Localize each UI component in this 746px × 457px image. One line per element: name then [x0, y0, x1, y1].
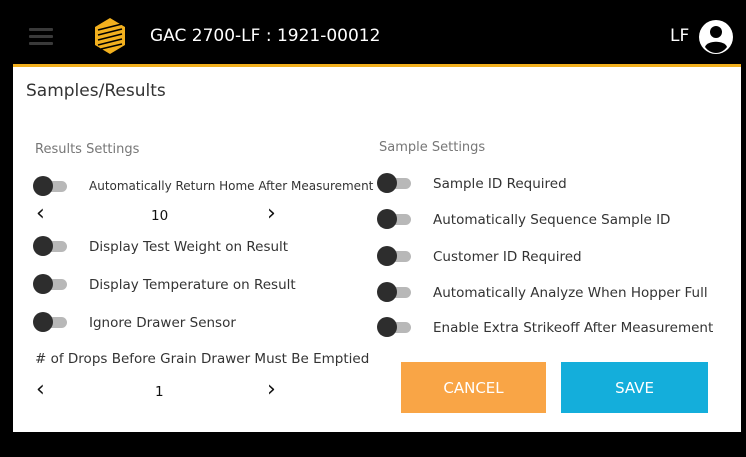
auto-return-increment-button[interactable]: › [267, 203, 276, 225]
customer-id-required-label: Customer ID Required [433, 249, 582, 265]
drops-decrement-button[interactable]: ‹ [36, 379, 45, 401]
auto-analyze-hopper-full-label: Automatically Analyze When Hopper Full [433, 285, 708, 301]
drops-before-empty-label: # of Drops Before Grain Drawer Must Be E… [35, 351, 370, 367]
drops-increment-button[interactable]: › [267, 379, 276, 401]
toggle-display-temperature[interactable] [33, 274, 69, 294]
results-settings-heading: Results Settings [35, 142, 140, 157]
sample-settings-heading: Sample Settings [379, 140, 486, 155]
cancel-button[interactable]: CANCEL [401, 362, 546, 413]
toggle-auto-sequence-sample-id[interactable] [377, 209, 413, 229]
toggle-sample-id-required[interactable] [377, 173, 413, 193]
toggle-ignore-drawer-sensor[interactable] [33, 312, 69, 332]
auto-sequence-sample-id-label: Automatically Sequence Sample ID [433, 212, 671, 228]
gac-logo-icon [95, 18, 125, 54]
drops-value: 1 [155, 384, 164, 400]
auto-return-decrement-button[interactable]: ‹ [36, 203, 45, 225]
hamburger-menu-icon[interactable] [29, 28, 53, 46]
toggle-display-test-weight[interactable] [33, 236, 69, 256]
sample-id-required-label: Sample ID Required [433, 176, 567, 192]
save-button[interactable]: SAVE [561, 362, 708, 413]
device-title: GAC 2700-LF : 1921-00012 [150, 26, 381, 46]
page-title: Samples/Results [26, 81, 166, 101]
display-test-weight-label: Display Test Weight on Result [89, 239, 289, 255]
display-temperature-label: Display Temperature on Result [89, 277, 296, 293]
settings-panel: Samples/Results Results Settings Automat… [13, 67, 741, 432]
auto-return-home-label: Automatically Return Home After Measurem… [89, 179, 374, 193]
toggle-customer-id-required[interactable] [377, 246, 413, 266]
auto-return-value: 10 [151, 208, 169, 224]
toggle-auto-analyze-hopper-full[interactable] [377, 282, 413, 302]
ignore-drawer-sensor-label: Ignore Drawer Sensor [89, 315, 236, 331]
extra-strikeoff-label: Enable Extra Strikeoff After Measurement [433, 320, 714, 336]
top-app-bar: GAC 2700-LF : 1921-00012 LF [0, 0, 746, 66]
account-circle-icon[interactable] [698, 19, 734, 55]
toggle-auto-return-home[interactable] [33, 176, 69, 196]
toggle-extra-strikeoff[interactable] [377, 317, 413, 337]
user-initials[interactable]: LF [670, 26, 689, 46]
